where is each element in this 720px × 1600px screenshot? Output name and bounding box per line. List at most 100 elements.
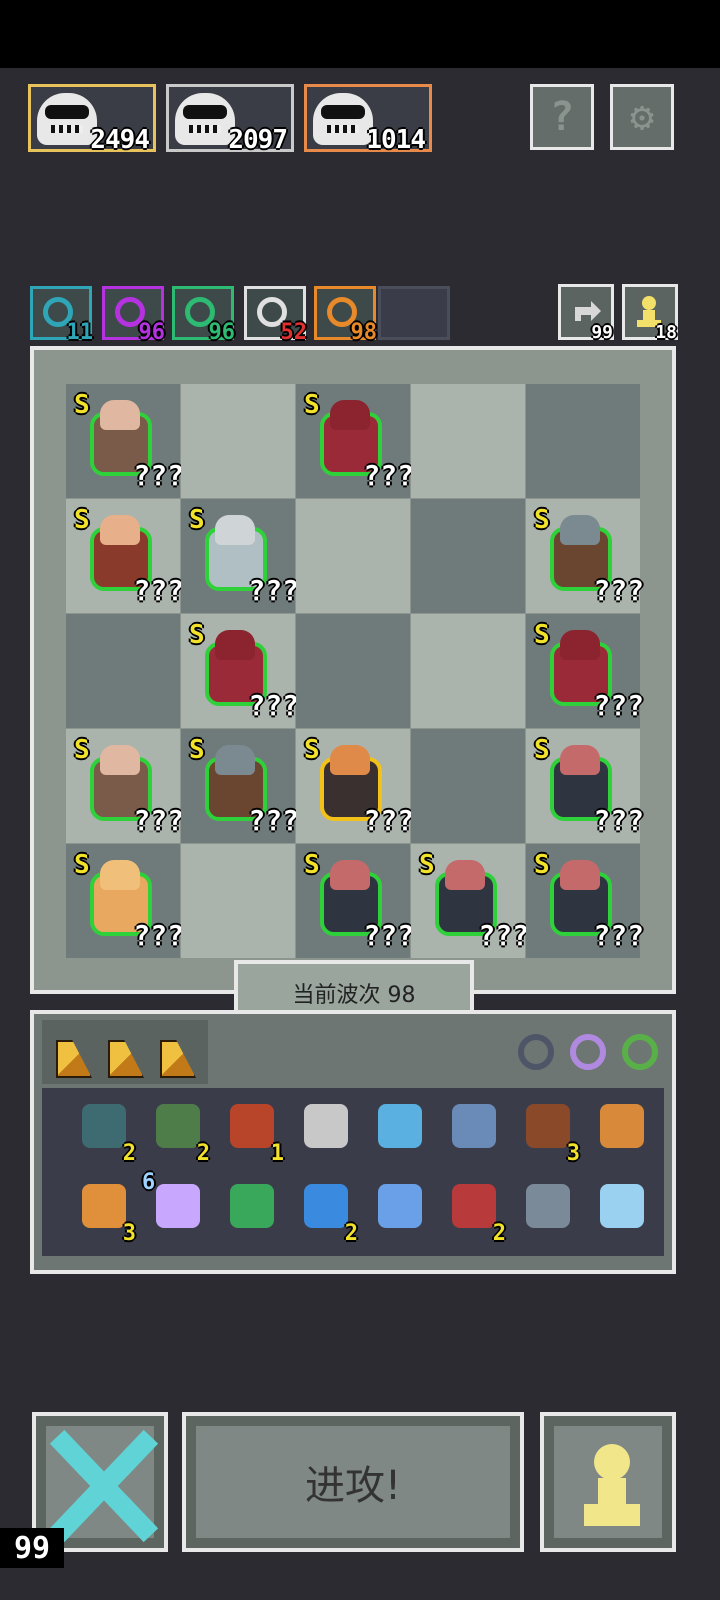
- unit-red-mage[interactable]: S???: [304, 390, 414, 492]
- unit-red-mage[interactable]: S???: [534, 620, 644, 722]
- pawn-button[interactable]: [540, 1412, 676, 1552]
- boss-card[interactable]: 1014: [304, 84, 432, 155]
- inventory-item[interactable]: 3: [76, 1178, 136, 1246]
- pawn-icon: [584, 1444, 640, 1526]
- board-cell[interactable]: S???: [66, 384, 184, 498]
- unit-shield-knight[interactable]: S???: [534, 505, 644, 607]
- board-cell[interactable]: [296, 614, 410, 728]
- refresh-button[interactable]: 99: [558, 284, 614, 343]
- unit-head: [330, 745, 370, 775]
- unit-old-man[interactable]: S???: [74, 735, 184, 837]
- board-cell[interactable]: [526, 384, 640, 498]
- unit-head: [100, 400, 140, 430]
- item-level: 6: [142, 1170, 156, 1195]
- board-cell[interactable]: [411, 729, 525, 843]
- board-cell[interactable]: [66, 614, 180, 728]
- board-cell[interactable]: S???: [181, 614, 299, 728]
- unit-red-mage[interactable]: S???: [189, 620, 299, 722]
- board-cell[interactable]: [411, 384, 525, 498]
- unit-shield-knight[interactable]: S???: [189, 735, 299, 837]
- board-cell[interactable]: S???: [411, 844, 529, 958]
- unit-golem[interactable]: S???: [74, 850, 184, 952]
- board-cell[interactable]: S???: [181, 499, 299, 613]
- board-cell[interactable]: S???: [296, 729, 414, 843]
- board-cell[interactable]: [411, 499, 525, 613]
- inventory-item[interactable]: 2: [150, 1098, 210, 1166]
- board-cell[interactable]: [181, 844, 295, 958]
- wedge-icon[interactable]: [56, 1040, 92, 1078]
- unit-dwarf[interactable]: S???: [534, 735, 644, 837]
- board-cell[interactable]: S???: [526, 844, 644, 958]
- inventory-item[interactable]: [520, 1178, 576, 1238]
- pawn-count-badge[interactable]: 18: [622, 284, 678, 343]
- inventory-item[interactable]: 6: [142, 1170, 206, 1238]
- rank-badge: S: [74, 390, 90, 420]
- attack-button[interactable]: 进攻!: [182, 1412, 524, 1552]
- wedge-icon[interactable]: [108, 1040, 144, 1078]
- stat-value: 11: [66, 320, 94, 345]
- unit-silver-girl[interactable]: S???: [189, 505, 299, 607]
- inventory-item[interactable]: [372, 1178, 428, 1238]
- inventory-item[interactable]: 3: [520, 1098, 580, 1166]
- inventory-item[interactable]: [224, 1178, 280, 1238]
- inventory-item[interactable]: [594, 1178, 650, 1238]
- settings-button[interactable]: ⚙: [610, 84, 674, 150]
- rank-badge: S: [534, 620, 550, 650]
- basket-icon: [452, 1104, 496, 1148]
- status-bar: [0, 0, 720, 68]
- unit-level: ???: [363, 919, 414, 952]
- ice-blade-icon: [600, 1184, 644, 1228]
- empty-stat-slot: [378, 286, 450, 340]
- stat-value: 96: [208, 320, 236, 345]
- inventory-panel: 22133622: [30, 1010, 676, 1274]
- board-cell[interactable]: S???: [66, 729, 184, 843]
- boss-portrait-icon: [175, 93, 235, 145]
- boss-card[interactable]: 2494: [28, 84, 156, 155]
- unit-level: ???: [133, 459, 184, 492]
- unit-head: [560, 515, 600, 545]
- inventory-item[interactable]: 2: [298, 1178, 358, 1246]
- inventory-item[interactable]: [372, 1098, 428, 1158]
- board-cell[interactable]: S???: [296, 384, 414, 498]
- unit-old-man[interactable]: S???: [74, 390, 184, 492]
- board-cell[interactable]: S???: [66, 844, 184, 958]
- stat-value: 98: [350, 320, 378, 345]
- board-cell[interactable]: S???: [296, 844, 414, 958]
- board-cell[interactable]: S???: [526, 729, 644, 843]
- unit-level: ???: [363, 459, 414, 492]
- unit-dwarf[interactable]: S???: [419, 850, 529, 952]
- item-count: 2: [344, 1221, 358, 1246]
- inventory-item[interactable]: 2: [446, 1178, 506, 1246]
- board-cell[interactable]: [181, 384, 295, 498]
- rank-badge: S: [189, 735, 205, 765]
- unit-dwarf[interactable]: S???: [304, 850, 414, 952]
- water-drop-icon: [304, 1184, 348, 1228]
- wedge-icon[interactable]: [160, 1040, 196, 1078]
- board-cell[interactable]: S???: [526, 499, 644, 613]
- board-cell[interactable]: [296, 499, 410, 613]
- stat-chip: 52: [244, 286, 307, 345]
- unit-dwarf[interactable]: S???: [534, 850, 644, 952]
- inventory-item[interactable]: [594, 1098, 650, 1158]
- boss-hp: 1014: [366, 125, 426, 155]
- board-cell[interactable]: S???: [66, 499, 184, 613]
- board-cell[interactable]: S???: [181, 729, 299, 843]
- goblin-icon: [156, 1104, 200, 1148]
- ring-purple-icon[interactable]: [570, 1034, 606, 1070]
- unit-hunter[interactable]: S???: [74, 505, 184, 607]
- board-cell[interactable]: S???: [526, 614, 644, 728]
- mouth-icon: [452, 1184, 496, 1228]
- ring-green-icon[interactable]: [622, 1034, 658, 1070]
- inventory-item[interactable]: 1: [224, 1098, 284, 1166]
- inventory-item[interactable]: [298, 1098, 354, 1158]
- help-button[interactable]: ?: [530, 84, 594, 150]
- unit-viking[interactable]: S???: [304, 735, 414, 837]
- inventory-item[interactable]: 2: [76, 1098, 136, 1166]
- stat-value: 52: [280, 320, 308, 345]
- board-cell[interactable]: [411, 614, 525, 728]
- inventory-item[interactable]: [446, 1098, 502, 1158]
- sparkle-icon: [156, 1184, 200, 1228]
- item-count: 2: [196, 1141, 210, 1166]
- cauldron-icon[interactable]: [518, 1034, 554, 1070]
- boss-card[interactable]: 2097: [166, 84, 294, 155]
